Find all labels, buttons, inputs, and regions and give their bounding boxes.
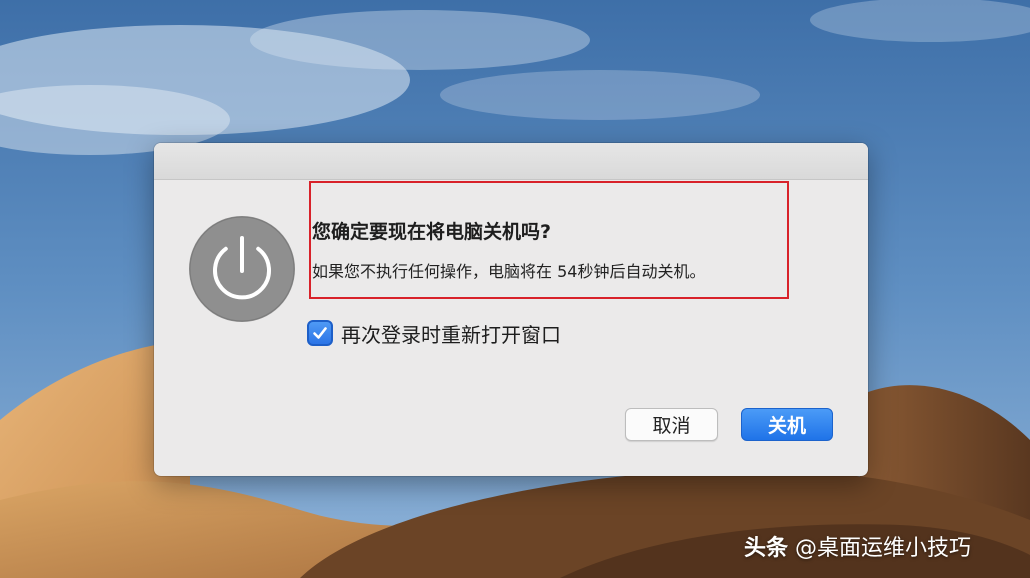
watermark-brand: 头条 (744, 536, 789, 561)
reopen-windows-label[interactable]: 再次登录时重新打开窗口 (341, 319, 561, 348)
cancel-button[interactable]: 取消 (625, 408, 718, 441)
watermark: 头条 @桌面运维小技巧 (744, 530, 971, 562)
watermark-handle: @桌面运维小技巧 (795, 536, 972, 561)
checkmark-icon (313, 327, 327, 339)
dialog-message: 如果您不执行任何操作，电脑将在 54秒钟后自动关机。 (312, 262, 706, 281)
shutdown-button[interactable]: 关机 (741, 408, 833, 441)
dialog-title: 您确定要现在将电脑关机吗? (312, 221, 552, 243)
shutdown-dialog: 您确定要现在将电脑关机吗? 如果您不执行任何操作，电脑将在 54秒钟后自动关机。… (154, 143, 868, 476)
dialog-titlebar[interactable] (154, 143, 868, 180)
reopen-windows-option[interactable]: 再次登录时重新打开窗口 (307, 319, 561, 347)
reopen-windows-checkbox[interactable] (307, 320, 333, 346)
power-icon (189, 216, 295, 322)
